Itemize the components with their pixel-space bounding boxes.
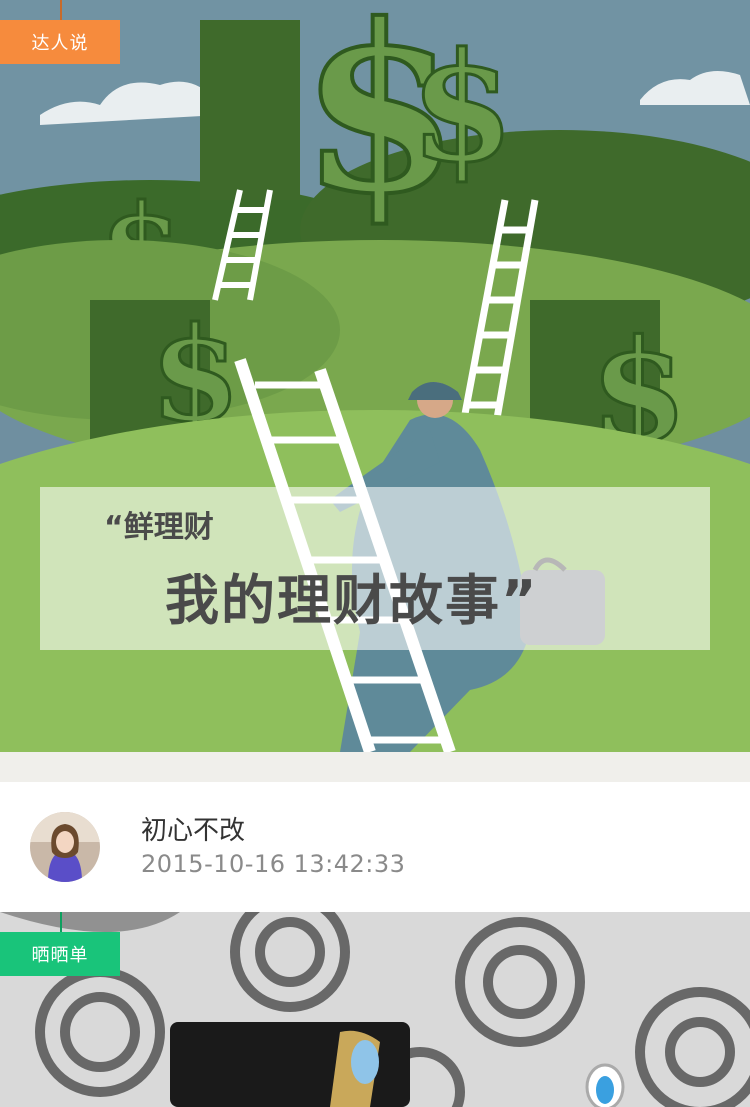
author-name[interactable]: 初心不改 — [141, 810, 245, 847]
hero-title: 我的理财故事” — [165, 569, 539, 632]
user-avatar-photo-icon — [30, 812, 100, 882]
post-header: 初心不改 2015-10-16 13:42:33 — [0, 782, 750, 912]
dollar-sign-icon: $ — [409, 19, 516, 198]
category-tag[interactable]: 达人说 — [0, 20, 120, 64]
tag-pin — [60, 0, 62, 20]
svg-text:$: $ — [410, 20, 514, 196]
hero-subtitle: “鲜理财 — [104, 510, 214, 545]
post-timestamp: 2015-10-16 13:42:33 — [141, 850, 406, 878]
avatar[interactable] — [30, 812, 100, 882]
category-tag[interactable]: 晒晒单 — [0, 932, 120, 976]
tag-pin — [60, 912, 62, 932]
